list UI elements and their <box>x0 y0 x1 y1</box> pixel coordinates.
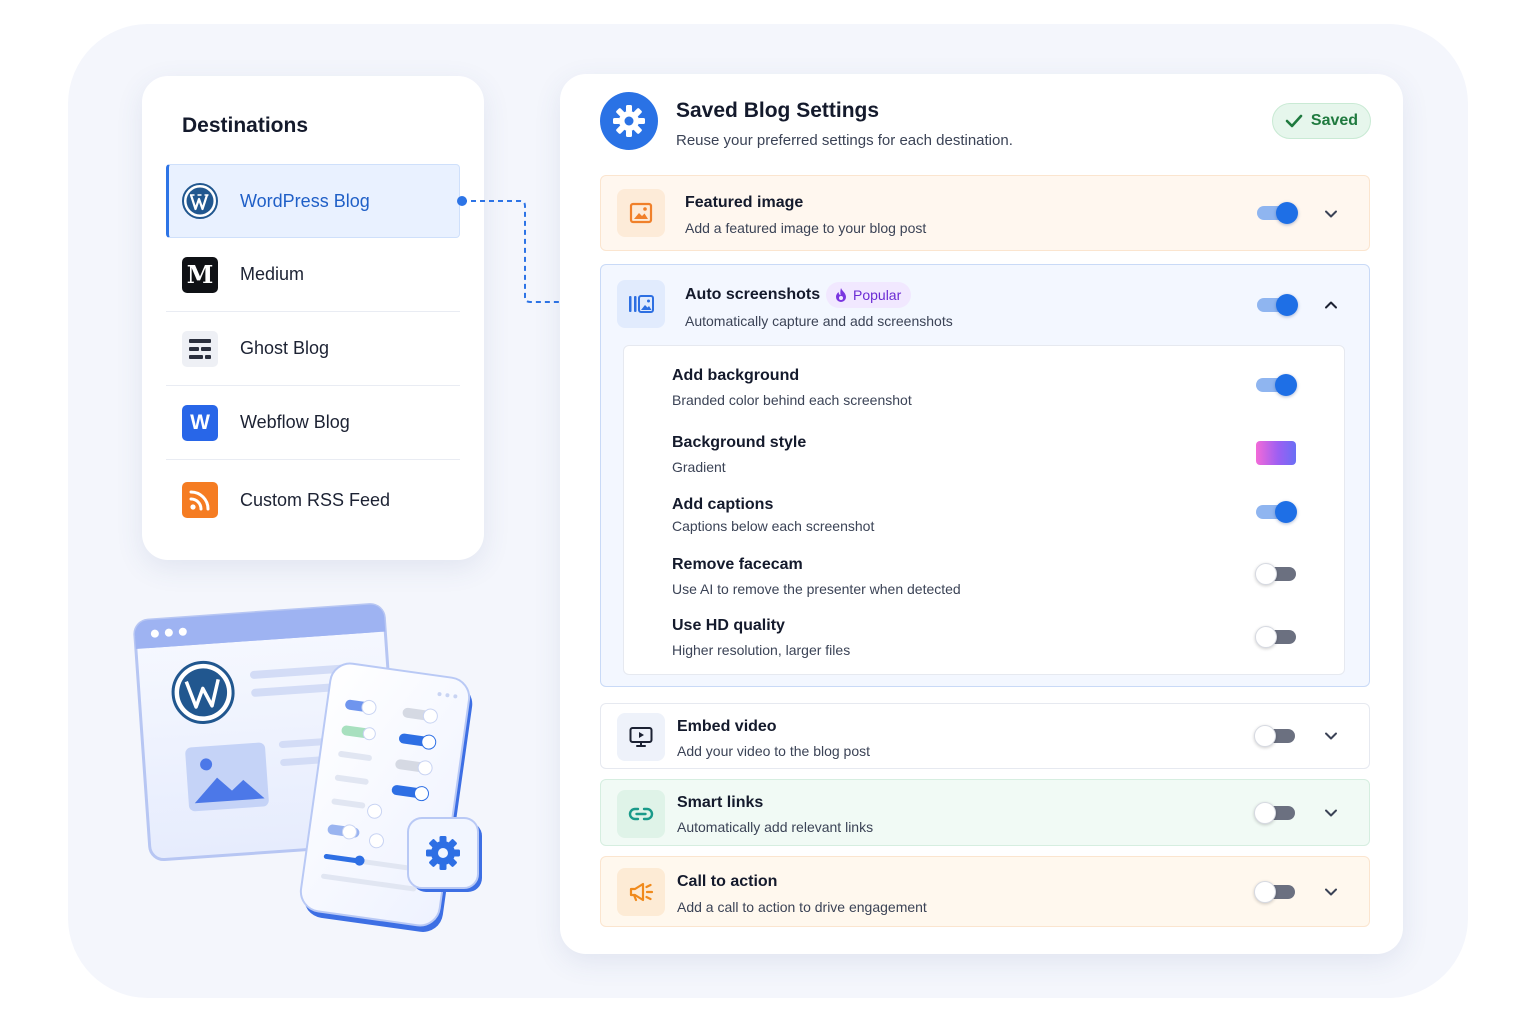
section-description: Automatically add relevant links <box>677 819 874 835</box>
destination-item-webflow[interactable]: W Webflow Blog <box>166 386 460 460</box>
option-remove-facecam: Remove facecam Use AI to remove the pres… <box>672 556 1322 606</box>
destination-label: Webflow Blog <box>240 412 350 432</box>
flame-icon <box>836 288 846 302</box>
panel-subtitle: Reuse your preferred settings for each d… <box>676 132 1013 149</box>
embed-video-toggle[interactable] <box>1254 724 1297 748</box>
section-auto-screenshots: Auto screenshots Popular Automatically c… <box>600 264 1370 687</box>
screenshot-options: Add background Branded color behind each… <box>623 345 1345 675</box>
call-to-action-toggle[interactable] <box>1254 880 1297 904</box>
option-title: Add captions <box>672 496 774 513</box>
destination-label: Medium <box>240 264 305 284</box>
option-title: Remove facecam <box>672 556 803 573</box>
destination-item-wordpress[interactable]: WordPress Blog <box>166 164 460 238</box>
link-icon <box>617 790 665 838</box>
section-description: Add your video to the blog post <box>677 743 871 759</box>
destination-label: WordPress Blog <box>240 190 370 211</box>
featured-image-toggle[interactable] <box>1257 201 1299 225</box>
settings-panel: Saved Blog Settings Reuse your preferred… <box>560 74 1403 954</box>
add-captions-toggle[interactable] <box>1256 500 1298 524</box>
chevron-down-icon[interactable] <box>1323 206 1339 222</box>
medium-icon: M <box>182 256 218 293</box>
ghost-icon <box>182 330 218 367</box>
wordpress-icon <box>182 183 218 219</box>
option-title: Use HD quality <box>672 617 785 634</box>
option-description: Gradient <box>672 459 726 475</box>
gradient-swatch[interactable] <box>1256 441 1296 465</box>
option-description: Captions below each screenshot <box>672 518 875 534</box>
option-add-captions: Add captions Captions below each screens… <box>672 496 1322 546</box>
chevron-down-icon[interactable] <box>1323 884 1339 900</box>
add-background-toggle[interactable] <box>1256 373 1298 397</box>
option-description: Higher resolution, larger files <box>672 642 851 658</box>
hd-quality-toggle[interactable] <box>1255 625 1298 649</box>
destination-item-ghost[interactable]: Ghost Blog <box>166 312 460 386</box>
chevron-down-icon[interactable] <box>1323 728 1339 744</box>
section-featured-image: Featured image Add a featured image to y… <box>600 175 1370 251</box>
destinations-list: WordPress Blog M Medium Ghost Blog W Web… <box>166 164 460 540</box>
section-title: Auto screenshots <box>685 286 821 303</box>
destination-item-rss[interactable]: Custom RSS Feed <box>166 460 460 540</box>
video-icon <box>617 713 665 761</box>
auto-screenshots-toggle[interactable] <box>1257 293 1299 317</box>
option-description: Use AI to remove the presenter when dete… <box>672 581 961 597</box>
destination-label: Ghost Blog <box>240 338 330 358</box>
option-title: Add background <box>672 367 800 384</box>
screenshots-icon <box>617 280 665 328</box>
gear-icon <box>600 92 658 150</box>
popular-label: Popular <box>853 287 902 303</box>
destinations-card: Destinations WordPress Blog M Medium Gho… <box>142 76 484 560</box>
section-description: Automatically capture and add screenshot… <box>685 313 953 329</box>
saved-label: Saved <box>1310 112 1359 129</box>
remove-facecam-toggle[interactable] <box>1255 562 1298 586</box>
chevron-up-icon[interactable] <box>1323 297 1339 313</box>
check-icon <box>1285 114 1303 128</box>
option-hd-quality: Use HD quality Higher resolution, larger… <box>672 617 1322 667</box>
section-title: Featured image <box>685 194 804 211</box>
section-call-to-action: Call to action Add a call to action to d… <box>600 856 1370 927</box>
option-background-style: Background style Gradient <box>672 434 1322 484</box>
panel-title: Saved Blog Settings <box>676 99 880 122</box>
chevron-down-icon[interactable] <box>1323 805 1339 821</box>
popular-badge: Popular <box>826 282 912 308</box>
megaphone-icon <box>617 868 665 916</box>
smart-links-toggle[interactable] <box>1254 801 1297 825</box>
option-title: Background style <box>672 434 807 451</box>
image-icon <box>617 189 665 237</box>
destinations-title: Destinations <box>182 114 309 137</box>
section-title: Embed video <box>677 718 777 735</box>
destination-label: Custom RSS Feed <box>240 489 391 510</box>
option-description: Branded color behind each screenshot <box>672 392 912 408</box>
section-title: Smart links <box>677 794 764 811</box>
section-embed-video: Embed video Add your video to the blog p… <box>600 703 1370 769</box>
destination-item-medium[interactable]: M Medium <box>166 238 460 312</box>
section-smart-links: Smart links Automatically add relevant l… <box>600 779 1370 846</box>
section-title: Call to action <box>677 873 778 890</box>
webflow-icon: W <box>182 404 218 441</box>
rss-icon <box>182 482 218 518</box>
saved-badge: Saved <box>1272 103 1371 139</box>
blog-illustration <box>133 603 482 932</box>
section-description: Add a featured image to your blog post <box>685 220 927 236</box>
option-add-background: Add background Branded color behind each… <box>672 367 1322 417</box>
section-description: Add a call to action to drive engagement <box>677 899 927 915</box>
